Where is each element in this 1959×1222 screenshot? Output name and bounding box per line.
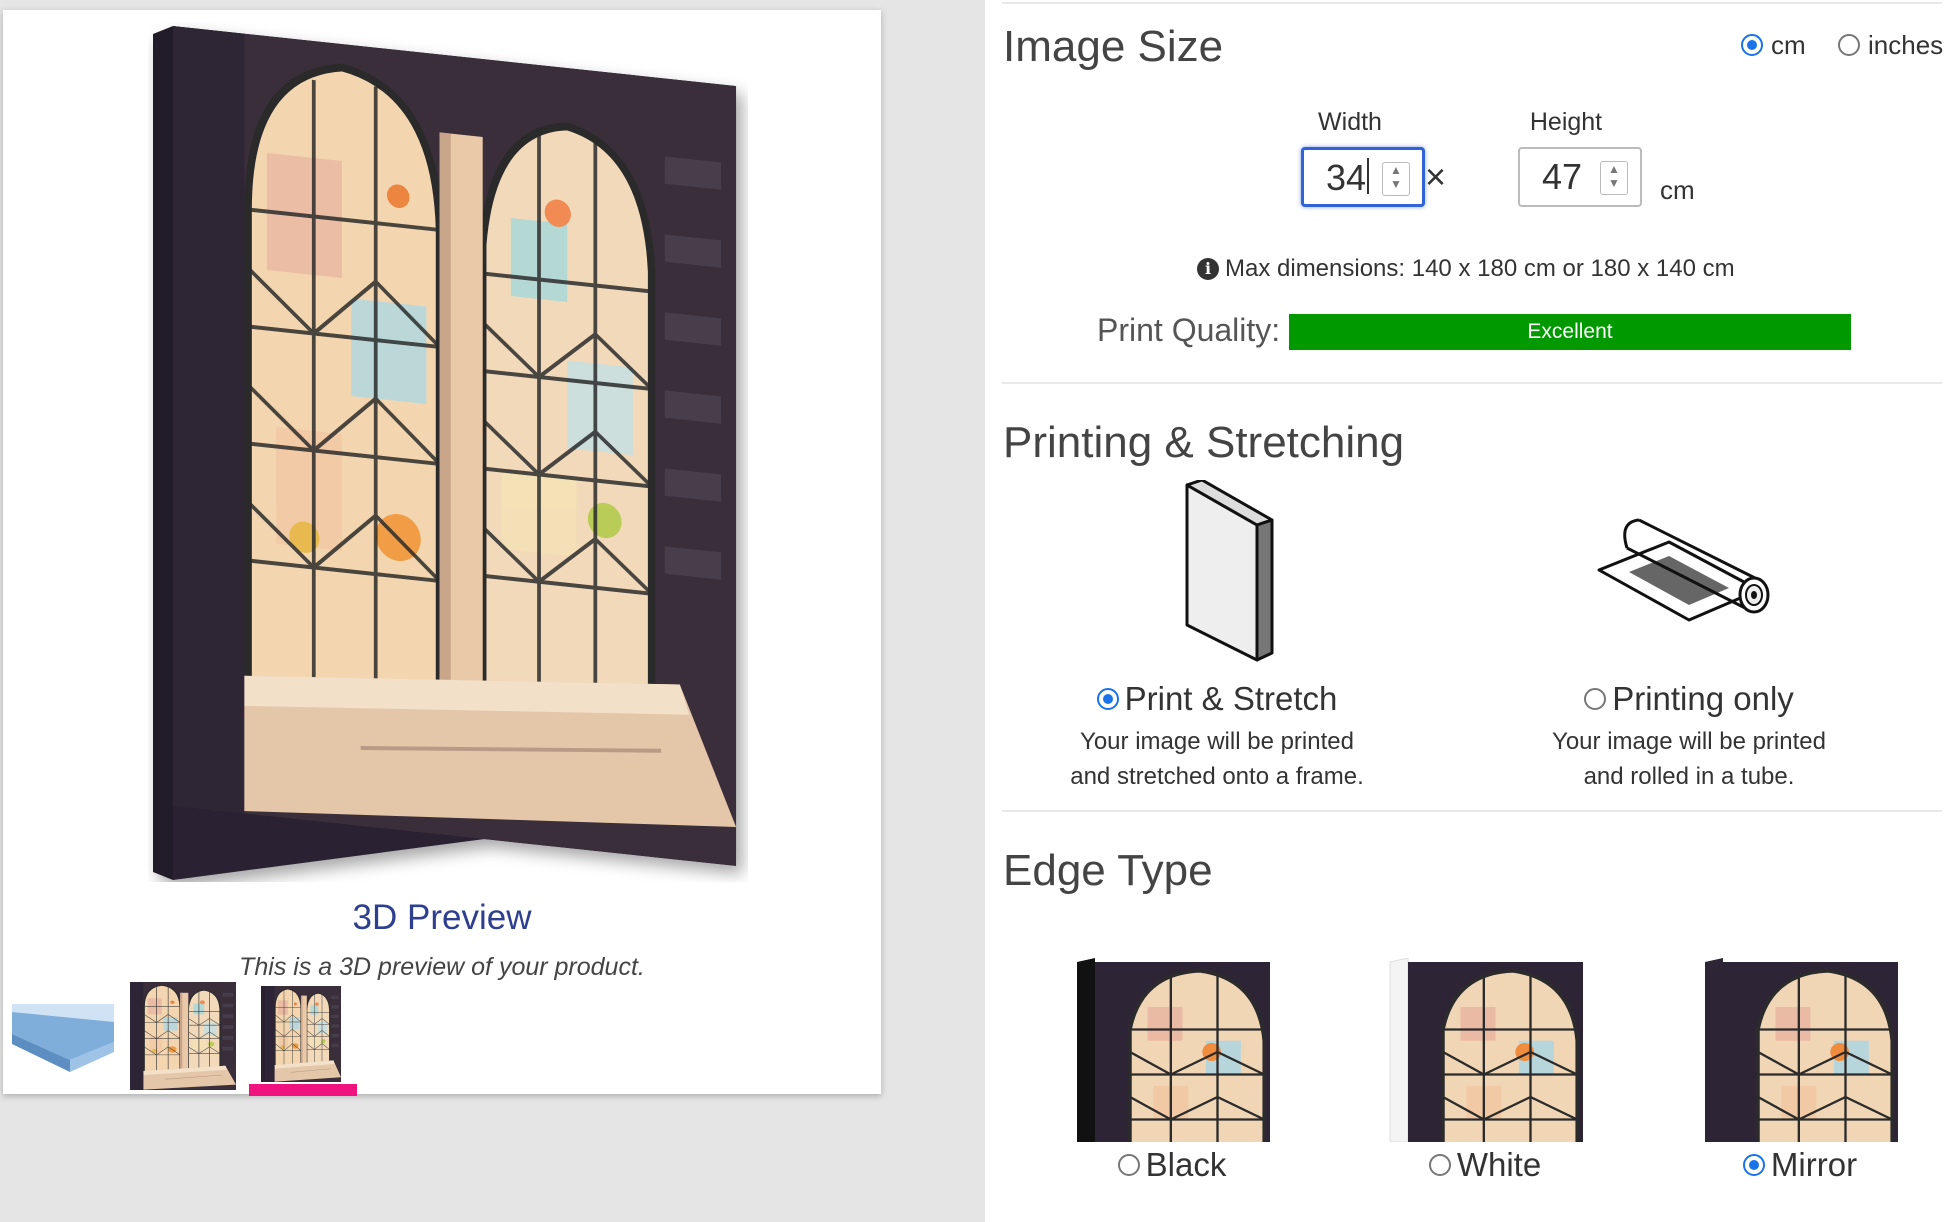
print-quality-label: Print Quality: (1097, 312, 1281, 348)
canvas-3d-thumbnail[interactable] (251, 982, 357, 1090)
edge-black-radio[interactable] (1117, 1154, 1140, 1177)
image-size-title: Image Size (1003, 22, 1224, 71)
acrylic-block-thumbnail[interactable] (10, 982, 116, 1090)
unit-cm-radio[interactable] (1741, 34, 1763, 57)
preview-title: 3D Preview (352, 898, 532, 937)
edge-mirror-radio[interactable] (1742, 1154, 1765, 1177)
width-label: Width (1318, 108, 1382, 136)
printing-only-radio[interactable] (1584, 688, 1607, 711)
unit-cm-label: cm (1771, 29, 1806, 60)
printing-only-desc-line2: and rolled in a tube. (1583, 763, 1795, 791)
edge-black-label-row[interactable]: Black (1072, 1144, 1272, 1184)
flat-print-thumbnail[interactable] (130, 982, 236, 1090)
preview-card: 3D Preview This is a 3D preview of your … (3, 10, 881, 1096)
width-input-value: 34 (1326, 157, 1367, 198)
max-dimensions-note: i Max dimensions: 140 x 180 cm or 180 x 1… (1197, 255, 1735, 283)
edge-white-radio[interactable] (1428, 1154, 1451, 1177)
printing-only-desc-line1: Your image will be printed (1552, 728, 1826, 756)
edge-mirror-preview-image (1705, 958, 1900, 1142)
preview-caption: This is a 3D preview of your product. (239, 953, 645, 981)
printing-only-title[interactable]: Printing only (1479, 678, 1899, 718)
info-icon: i (1197, 258, 1219, 280)
canvas-3d-preview-image (153, 26, 748, 880)
print-stretch-title[interactable]: Print & Stretch (1007, 678, 1427, 718)
printing-only-label: Printing only (1612, 680, 1794, 718)
print-stretch-desc-line1: Your image will be printed (1080, 728, 1354, 756)
unit-inches-label: inches (1868, 29, 1944, 60)
unit-inches-radio[interactable] (1838, 34, 1860, 57)
print-stretch-label: Print & Stretch (1124, 680, 1338, 718)
edge-mirror-label: Mirror (1770, 1146, 1858, 1184)
max-dimensions-text: Max dimensions: 140 x 180 cm or 180 x 14… (1225, 255, 1735, 282)
height-label: Height (1529, 108, 1603, 136)
unit-option-inches[interactable]: inches (1838, 28, 1943, 61)
print-quality-bar: Excellent (1289, 314, 1851, 350)
options-panel: Image Size cm inches Width Height 34 ▲ ▼ … (985, 0, 1959, 1222)
times-sign: × (1425, 156, 1447, 197)
rolled-print-icon (1597, 518, 1770, 622)
text-cursor (1367, 158, 1370, 194)
height-input-value: 47 (1542, 156, 1583, 197)
edge-white-preview-image (1389, 958, 1585, 1142)
edge-option-black[interactable]: Black (1072, 958, 1272, 1184)
edge-black-label: Black (1145, 1146, 1227, 1184)
active-thumbnail-indicator (249, 1084, 357, 1096)
divider (1002, 382, 1942, 384)
edge-option-white[interactable]: White (1385, 958, 1585, 1184)
printing-only-option[interactable]: Printing only Your image will be printed… (1479, 480, 1899, 794)
edge-white-label: White (1456, 1146, 1542, 1184)
divider (1002, 810, 1942, 812)
stretched-canvas-icon (1185, 480, 1274, 662)
unit-option-cm[interactable]: cm (1741, 28, 1806, 61)
edge-option-mirror[interactable]: Mirror (1700, 958, 1900, 1184)
edge-black-preview-image (1077, 958, 1272, 1142)
print-stretch-radio[interactable] (1096, 688, 1119, 711)
width-input[interactable]: 34 ▲ ▼ (1301, 147, 1425, 207)
print-stretch-desc-line2: and stretched onto a frame. (1070, 763, 1364, 791)
print-stretch-option[interactable]: Print & Stretch Your image will be print… (1007, 480, 1427, 794)
printing-stretching-title: Printing & Stretching (1003, 418, 1405, 467)
edge-type-title: Edge Type (1003, 846, 1213, 895)
height-input[interactable]: 47 ▲ ▼ (1518, 147, 1642, 207)
edge-white-label-row[interactable]: White (1385, 1144, 1585, 1184)
width-spinner[interactable]: ▲ ▼ (1382, 162, 1410, 196)
height-spinner[interactable]: ▲ ▼ (1600, 161, 1628, 195)
dimension-unit: cm (1660, 175, 1695, 205)
edge-mirror-label-row[interactable]: Mirror (1700, 1144, 1900, 1184)
divider (1002, 2, 1942, 4)
